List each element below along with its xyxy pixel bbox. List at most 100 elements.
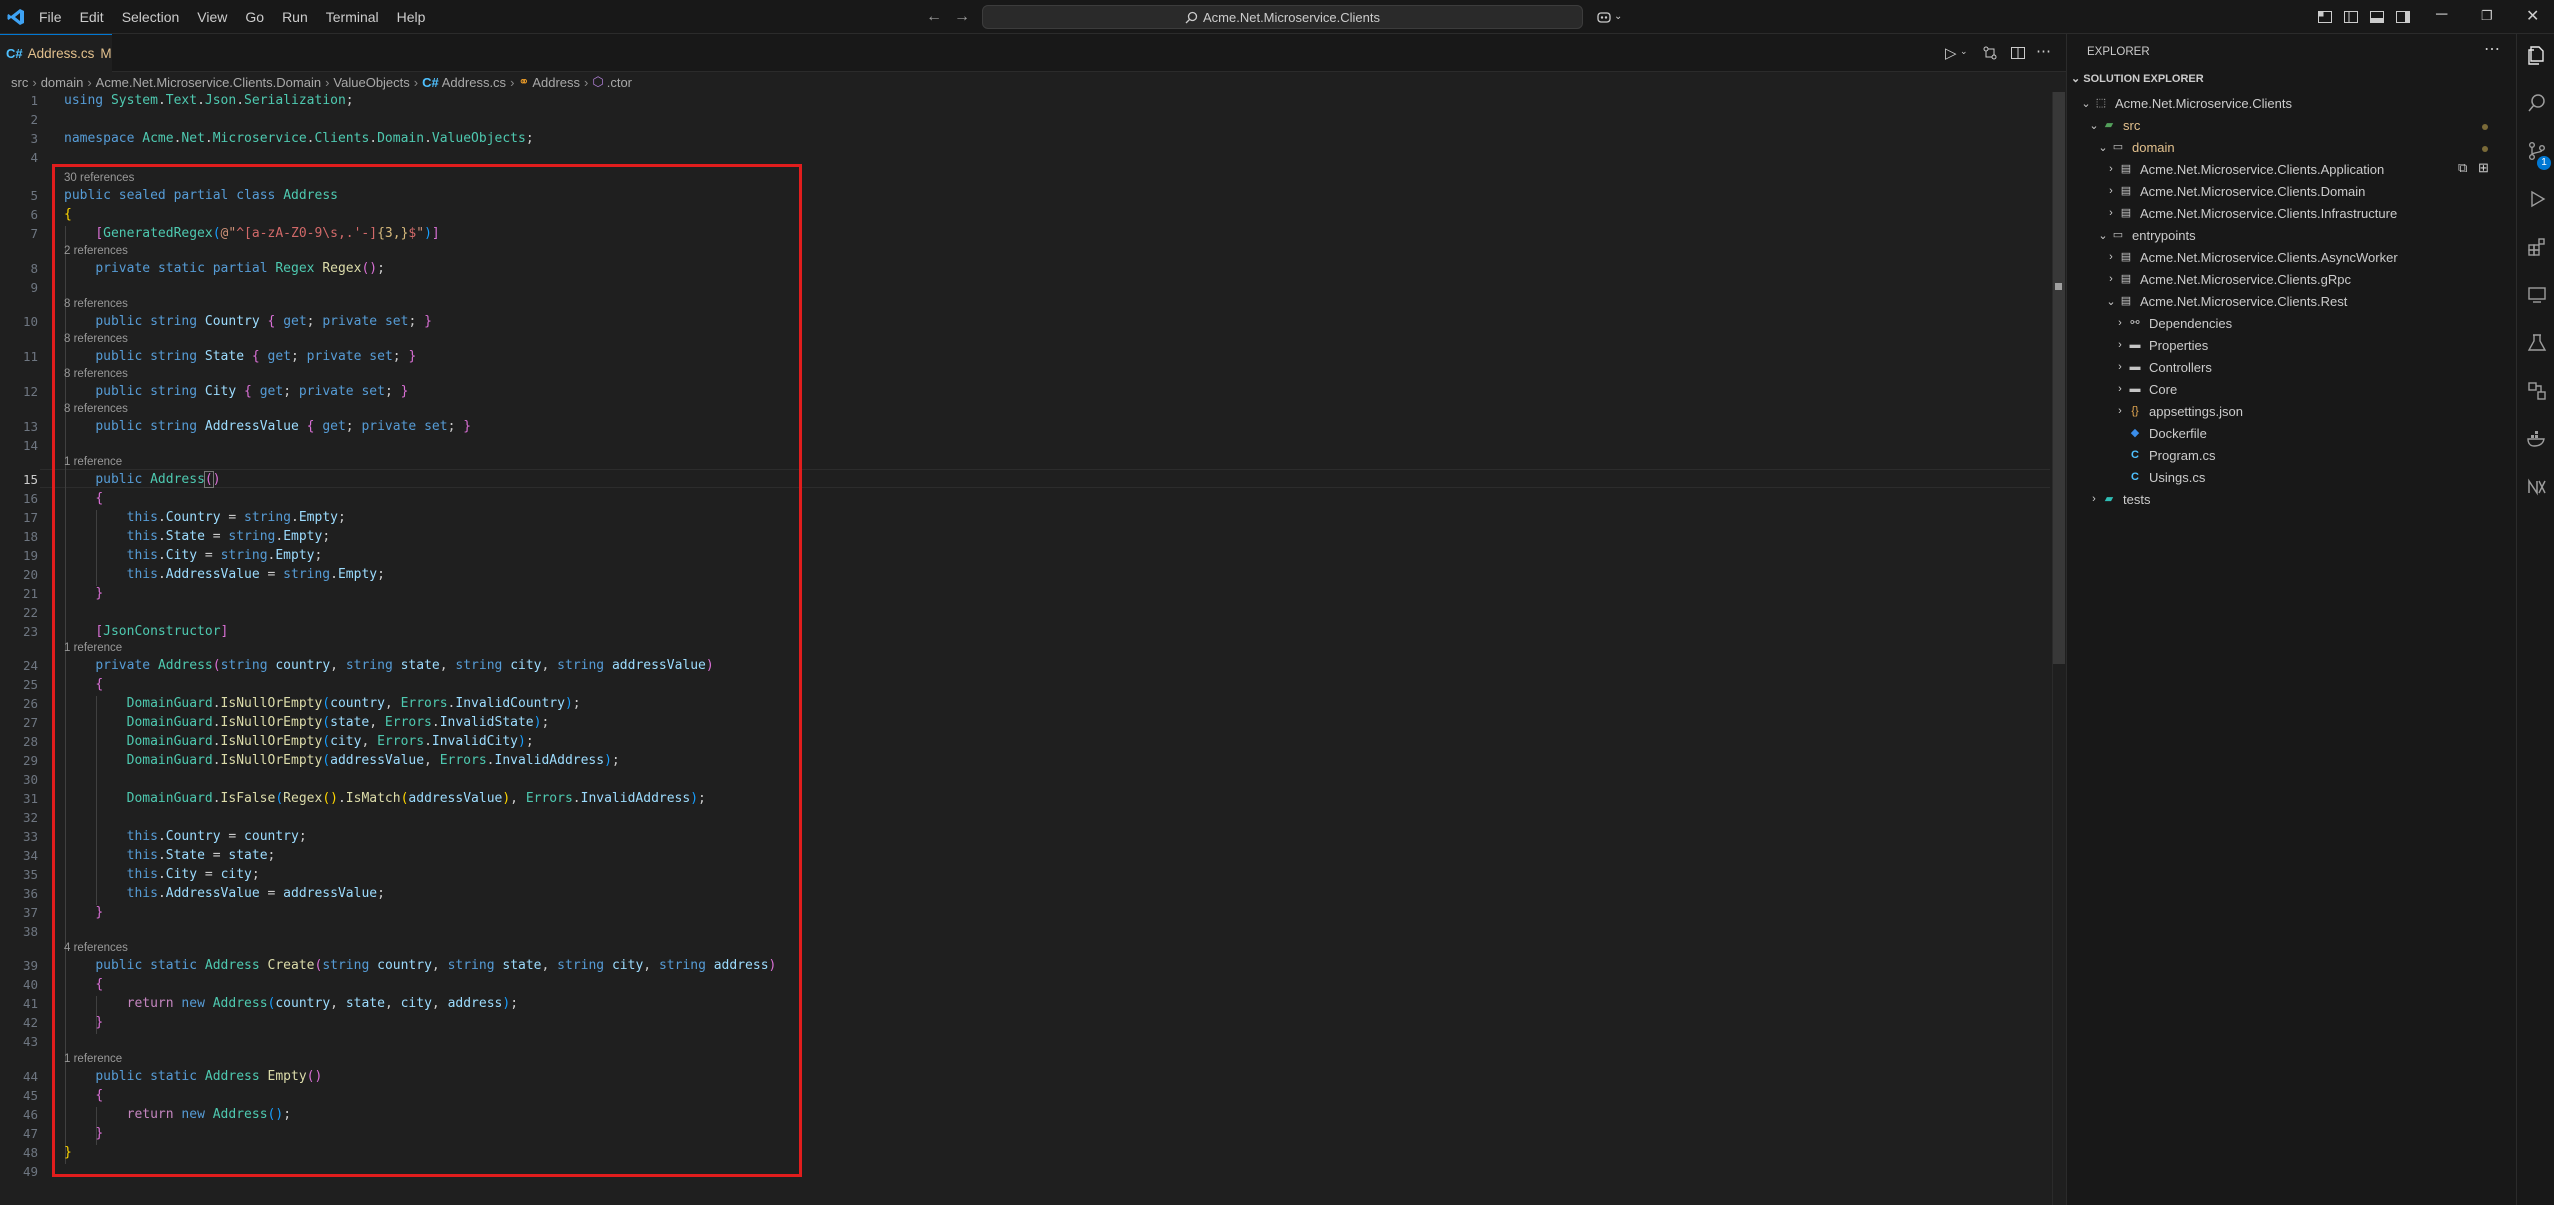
solution-explorer-icon[interactable] <box>2526 380 2548 402</box>
forward-arrow-icon[interactable]: → <box>954 8 970 26</box>
line-number: 39 <box>22 958 38 973</box>
restore-icon[interactable]: ❐ <box>2481 8 2493 24</box>
tree-item-entrypoints[interactable]: ⌄ ▭ entrypoints <box>2067 224 2517 246</box>
chevron-right-icon: › <box>413 74 419 90</box>
line-number: 12 <box>22 384 38 399</box>
line-number: 29 <box>22 753 38 768</box>
csproj-icon: ▤ <box>2120 251 2132 263</box>
tree-item-controllers[interactable]: › ▬ Controllers <box>2067 356 2517 378</box>
command-center-search[interactable]: Acme.Net.Microservice.Clients <box>982 5 1583 29</box>
close-window-icon[interactable]: ✕ <box>2526 6 2539 26</box>
tree-item-dependencies[interactable]: › ⚯ Dependencies <box>2067 312 2517 334</box>
tree-item-domain-project[interactable]: › ▤ Acme.Net.Microservice.Clients.Domain <box>2067 180 2517 202</box>
dependencies-icon: ⚯ <box>2130 317 2140 329</box>
line-number: 11 <box>22 349 38 364</box>
line-number: 14 <box>22 438 38 453</box>
tree-item-grpc[interactable]: › ▤ Acme.Net.Microservice.Clients.gRpc <box>2067 268 2517 290</box>
highlight-box <box>52 164 802 1177</box>
tab-address-cs[interactable]: C# Address.cs M <box>0 34 112 72</box>
more-actions-icon[interactable]: ⋯ <box>2036 42 2051 60</box>
line-number: 32 <box>22 810 38 825</box>
customize-layout-icon[interactable] <box>2317 9 2333 25</box>
breadcrumb-file[interactable]: Address.cs <box>442 75 506 90</box>
search-icon[interactable] <box>2526 92 2548 114</box>
tree-item-infrastructure[interactable]: › ▤ Acme.Net.Microservice.Clients.Infrastr… <box>2067 202 2517 224</box>
breadcrumb-valueobjects[interactable]: ValueObjects <box>333 75 409 90</box>
line-number: 48 <box>22 1145 38 1160</box>
breadcrumb-domain[interactable]: domain <box>41 75 84 90</box>
chevron-right-icon: › <box>325 74 330 90</box>
copilot-dropdown-icon[interactable]: ⌄ <box>1614 11 1622 22</box>
scrollbar-thumb[interactable] <box>2053 92 2065 664</box>
nx-console-icon[interactable] <box>2526 476 2548 498</box>
line-number: 33 <box>22 829 38 844</box>
breadcrumb-class[interactable]: Address <box>532 75 580 90</box>
extensions-icon[interactable] <box>2526 236 2548 258</box>
tree-item-dockerfile[interactable]: ◆ Dockerfile <box>2067 422 2517 444</box>
tree-item-properties[interactable]: › ▬ Properties <box>2067 334 2517 356</box>
tree-item-application[interactable]: › ▤ Acme.Net.Microservice.Clients.Applicat… <box>2067 158 2517 180</box>
editor-tab-bar: C# Address.cs M ▷ ⌄ ⋯ <box>0 34 2066 72</box>
remote-explorer-icon[interactable] <box>2526 284 2548 306</box>
back-arrow-icon[interactable]: ← <box>926 8 942 26</box>
title-bar: File Edit Selection View Go Run Terminal… <box>0 0 2554 34</box>
tree-item-program-cs[interactable]: C Program.cs <box>2067 444 2517 466</box>
tree-item-appsettings[interactable]: › {} appsettings.json <box>2067 400 2517 422</box>
line-number: 7 <box>30 226 38 241</box>
line-number: 21 <box>22 586 38 601</box>
chevron-right-icon: › <box>87 74 92 90</box>
run-icon[interactable]: ▷ <box>1945 44 1957 62</box>
testing-icon[interactable] <box>2526 332 2548 354</box>
solution-explorer-header[interactable]: ⌄ SOLUTION EXPLORER <box>2071 72 2204 85</box>
run-dropdown-icon[interactable]: ⌄ <box>1960 46 1968 57</box>
chevron-down-icon: ⌄ <box>2098 141 2108 154</box>
chevron-right-icon: › <box>2118 361 2122 373</box>
line-number: 40 <box>22 977 38 992</box>
breadcrumb-src[interactable]: src <box>11 75 28 90</box>
tree-item-rest[interactable]: ⌄ ▤ Acme.Net.Microservice.Clients.Rest <box>2067 290 2517 312</box>
docker-icon[interactable] <box>2526 428 2548 450</box>
csharp-file-icon: C <box>2131 471 2139 483</box>
open-changes-icon[interactable] <box>1982 45 1998 61</box>
csharp-file-icon: C# <box>6 46 23 61</box>
run-debug-icon[interactable] <box>2526 188 2548 210</box>
menu-edit[interactable]: Edit <box>71 9 113 25</box>
minimize-icon[interactable]: ─ <box>2436 6 2447 24</box>
menu-run[interactable]: Run <box>273 9 317 25</box>
chevron-down-icon: ⌄ <box>2071 73 2084 85</box>
test-folder-icon: ▰ <box>2104 493 2114 505</box>
breadcrumb-project[interactable]: Acme.Net.Microservice.Clients.Domain <box>96 75 321 90</box>
tree-item-label: Usings.cs <box>2149 469 2206 485</box>
chevron-right-icon: › <box>2109 273 2113 285</box>
tree-item-core[interactable]: › ▬ Core <box>2067 378 2517 400</box>
breadcrumb-ctor[interactable]: .ctor <box>607 75 632 90</box>
chevron-right-icon: › <box>2109 207 2113 219</box>
menu-view[interactable]: View <box>188 9 236 25</box>
explorer-more-icon[interactable]: ⋯ <box>2484 39 2500 59</box>
menu-selection[interactable]: Selection <box>113 9 189 25</box>
tree-item-solution[interactable]: ⌄ ⬚ Acme.Net.Microservice.Clients <box>2067 92 2517 114</box>
menu-help[interactable]: Help <box>388 9 435 25</box>
toggle-primary-sidebar-icon[interactable] <box>2343 9 2359 25</box>
tree-item-usings-cs[interactable]: C Usings.cs <box>2067 466 2517 488</box>
line-number: 5 <box>30 188 38 203</box>
explorer-icon[interactable] <box>2526 44 2548 66</box>
toggle-secondary-sidebar-icon[interactable] <box>2395 9 2411 25</box>
line-number: 35 <box>22 867 38 882</box>
tree-item-src[interactable]: ⌄ ▰ src <box>2067 114 2517 136</box>
menu-file[interactable]: File <box>30 9 71 25</box>
line-number: 28 <box>22 734 38 749</box>
split-editor-icon[interactable] <box>2010 45 2026 61</box>
toggle-panel-icon[interactable] <box>2369 9 2385 25</box>
tree-item-label: appsettings.json <box>2149 403 2243 419</box>
menu-go[interactable]: Go <box>236 9 273 25</box>
tree-item-asyncworker[interactable]: › ▤ Acme.Net.Microservice.Clients.AsyncWor… <box>2067 246 2517 268</box>
csharp-file-icon: C# <box>422 74 439 90</box>
new-file-icon[interactable]: ⧉ <box>2458 160 2467 176</box>
new-folder-icon[interactable]: ⊞ <box>2478 160 2489 176</box>
tree-item-tests[interactable]: › ▰ tests <box>2067 488 2517 510</box>
line-number: 46 <box>22 1107 38 1122</box>
menu-terminal[interactable]: Terminal <box>317 9 388 25</box>
copilot-icon[interactable] <box>1596 9 1612 25</box>
tree-item-domain[interactable]: ⌄ ▭ domain <box>2067 136 2517 158</box>
